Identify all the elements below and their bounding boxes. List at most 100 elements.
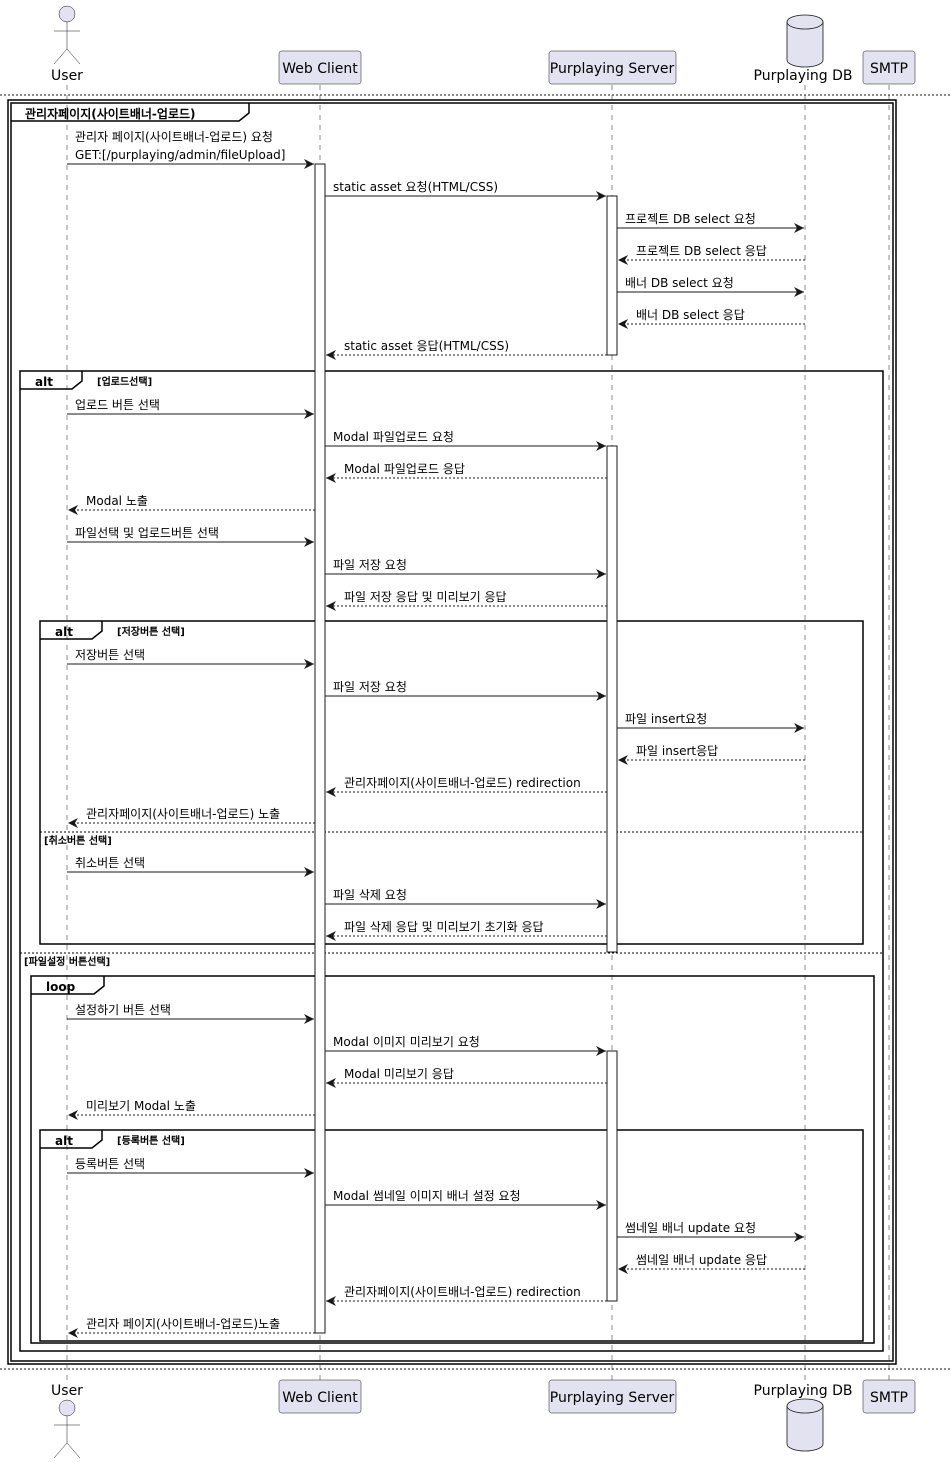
message-7: static asset 응답(HTML/CSS) xyxy=(326,339,607,360)
message-label: 관리자 페이지(사이트배너-업로드) 요청 xyxy=(75,130,273,144)
message-8: 업로드 버튼 선택 xyxy=(67,398,314,419)
alt-frame: alt [업로드선택] [파일설정 버튼선택] xyxy=(19,370,884,1352)
frame-keyword: loop xyxy=(46,980,76,994)
message-18: 파일 insert응답 xyxy=(618,744,805,765)
frame-guard: [등록버튼 선택] xyxy=(117,1134,185,1147)
message-label: 프로젝트 DB select 요청 xyxy=(625,212,756,226)
message-17: 파일 insert요청 xyxy=(617,712,804,733)
frame-guard: [저장버튼 선택] xyxy=(117,625,185,638)
participant-smtp-bottom: SMTP xyxy=(862,1379,916,1414)
message-10: Modal 파일업로드 응답 xyxy=(326,462,607,483)
message-label: 관리자페이지(사이트배너-업로드) redirection xyxy=(344,1285,581,1299)
message-label: 등록버튼 선택 xyxy=(75,1157,145,1171)
message-label: 배너 DB select 요청 xyxy=(625,276,734,290)
database-icon xyxy=(786,1398,824,1452)
participant-label: Web Client xyxy=(282,1390,358,1406)
message-31: 썸네일 배너 update 응답 xyxy=(618,1253,805,1274)
frame-guard: [업로드선택] xyxy=(97,375,152,388)
participant-purplaying-server-top: Purplaying Server xyxy=(548,50,677,85)
message-label: 파일 삭제 응답 및 미리보기 초기화 응답 xyxy=(344,920,544,934)
message-25: Modal 이미지 미리보기 요청 xyxy=(325,1035,606,1056)
participant-purplaying-db-bottom: Purplaying DB xyxy=(754,1383,853,1452)
message-5: 배너 DB select 요청 xyxy=(617,276,804,297)
participant-purplaying-server-bottom: Purplaying Server xyxy=(548,1379,677,1414)
message-6: 배너 DB select 응답 xyxy=(618,308,805,329)
message-label: 관리자페이지(사이트배너-업로드) redirection xyxy=(344,776,581,790)
message-21: 취소버튼 선택 xyxy=(67,856,314,877)
message-label: Modal 파일업로드 응답 xyxy=(344,462,465,476)
message-label: 업로드 버튼 선택 xyxy=(75,398,160,412)
participant-label: Web Client xyxy=(282,61,358,77)
message-label: 썸네일 배너 update 요청 xyxy=(625,1221,756,1235)
message-30: 썸네일 배너 update 요청 xyxy=(617,1221,804,1242)
ref-frame: 관리자페이지(사이트배너-업로드) xyxy=(7,99,897,1365)
message-24: 설정하기 버튼 선택 xyxy=(67,1003,314,1024)
actor-icon xyxy=(53,1399,81,1459)
message-label: 썸네일 배너 update 응답 xyxy=(636,1253,767,1267)
message-label: 파일 insert응답 xyxy=(636,744,718,758)
message-33: 관리자 페이지(사이트배너-업로드)노출 xyxy=(68,1317,315,1338)
participant-label: User xyxy=(51,1383,83,1399)
message-label: 저장버튼 선택 xyxy=(75,648,145,662)
message-label: Modal 노출 xyxy=(86,494,148,508)
message-13: 파일 저장 요청 xyxy=(325,558,606,579)
message-label: Modal 썸네일 이미지 배너 설정 요청 xyxy=(333,1189,521,1203)
participant-label: SMTP xyxy=(870,61,908,77)
participant-label: User xyxy=(51,68,83,84)
participant-purplaying-db-top: Purplaying DB xyxy=(754,14,853,84)
message-label: GET:[/purplaying/admin/fileUpload] xyxy=(75,148,285,162)
participant-label: Purplaying DB xyxy=(754,1383,853,1399)
message-29: Modal 썸네일 이미지 배너 설정 요청 xyxy=(325,1189,606,1210)
message-22: 파일 삭제 요청 xyxy=(325,888,606,909)
message-label: Modal 미리보기 응답 xyxy=(344,1067,454,1081)
message-28: 등록버튼 선택 xyxy=(67,1157,314,1178)
activation-bar xyxy=(606,445,618,953)
activation-bar xyxy=(606,1050,618,1302)
message-label: 배너 DB select 응답 xyxy=(636,308,745,322)
message-label: static asset 요청(HTML/CSS) xyxy=(333,180,498,194)
message-label: 파일선택 및 업로드버튼 선택 xyxy=(75,526,219,540)
sequence-diagram: 관리자페이지(사이트배너-업로드)alt [업로드선택][파일설정 버튼선택]al… xyxy=(0,5,951,1459)
message-11: Modal 노출 xyxy=(68,494,315,515)
message-label: static asset 응답(HTML/CSS) xyxy=(344,339,509,353)
message-label: 파일 저장 요청 xyxy=(333,558,407,572)
actor-icon xyxy=(53,5,81,65)
message-1: 관리자 페이지(사이트배너-업로드) 요청 GET:[/purplaying/ad… xyxy=(67,130,314,169)
message-4: 프로젝트 DB select 응답 xyxy=(618,244,805,265)
message-label: 파일 삭제 요청 xyxy=(333,888,407,902)
frame-else-guard: [취소버튼 선택] xyxy=(44,834,112,847)
frame-keyword: alt xyxy=(55,625,73,639)
frame-else-guard: [파일설정 버튼선택] xyxy=(24,955,110,968)
message-label: 관리자페이지(사이트배너-업로드) 노출 xyxy=(86,807,280,821)
message-2: static asset 요청(HTML/CSS) xyxy=(325,180,606,201)
message-3: 프로젝트 DB select 요청 xyxy=(617,212,804,233)
message-label: 파일 저장 요청 xyxy=(333,680,407,694)
message-label: 설정하기 버튼 선택 xyxy=(75,1003,171,1017)
message-label: 취소버튼 선택 xyxy=(75,856,145,870)
message-16: 파일 저장 요청 xyxy=(325,680,606,701)
message-19: 관리자페이지(사이트배너-업로드) redirection xyxy=(326,776,607,797)
participant-web-client-bottom: Web Client xyxy=(278,1379,362,1414)
participant-user-bottom: User xyxy=(51,1383,83,1459)
message-12: 파일선택 및 업로드버튼 선택 xyxy=(67,526,314,547)
activation-bar xyxy=(606,195,618,356)
message-20: 관리자페이지(사이트배너-업로드) 노출 xyxy=(68,807,315,828)
message-26: Modal 미리보기 응답 xyxy=(326,1067,607,1088)
alt-frame: alt [등록버튼 선택] xyxy=(39,1129,864,1342)
participant-label: Purplaying Server xyxy=(550,61,675,77)
participant-user-top: User xyxy=(51,5,83,84)
message-32: 관리자페이지(사이트배너-업로드) redirection xyxy=(326,1285,607,1306)
participant-label: Purplaying DB xyxy=(754,68,853,84)
frame-keyword: alt xyxy=(35,375,53,389)
message-label: 관리자 페이지(사이트배너-업로드)노출 xyxy=(86,1317,280,1331)
message-9: Modal 파일업로드 요청 xyxy=(325,430,606,451)
frame-keyword: alt xyxy=(55,1134,73,1148)
ref-frame-title: 관리자페이지(사이트배너-업로드) xyxy=(25,106,196,121)
database-icon xyxy=(786,14,824,68)
participant-web-client-top: Web Client xyxy=(278,50,362,85)
message-label: 미리보기 Modal 노출 xyxy=(86,1099,196,1113)
message-27: 미리보기 Modal 노출 xyxy=(68,1099,315,1120)
message-label: Modal 이미지 미리보기 요청 xyxy=(333,1035,480,1049)
message-23: 파일 삭제 응답 및 미리보기 초기화 응답 xyxy=(326,920,607,941)
message-14: 파일 저장 응답 및 미리보기 응답 xyxy=(326,590,607,611)
